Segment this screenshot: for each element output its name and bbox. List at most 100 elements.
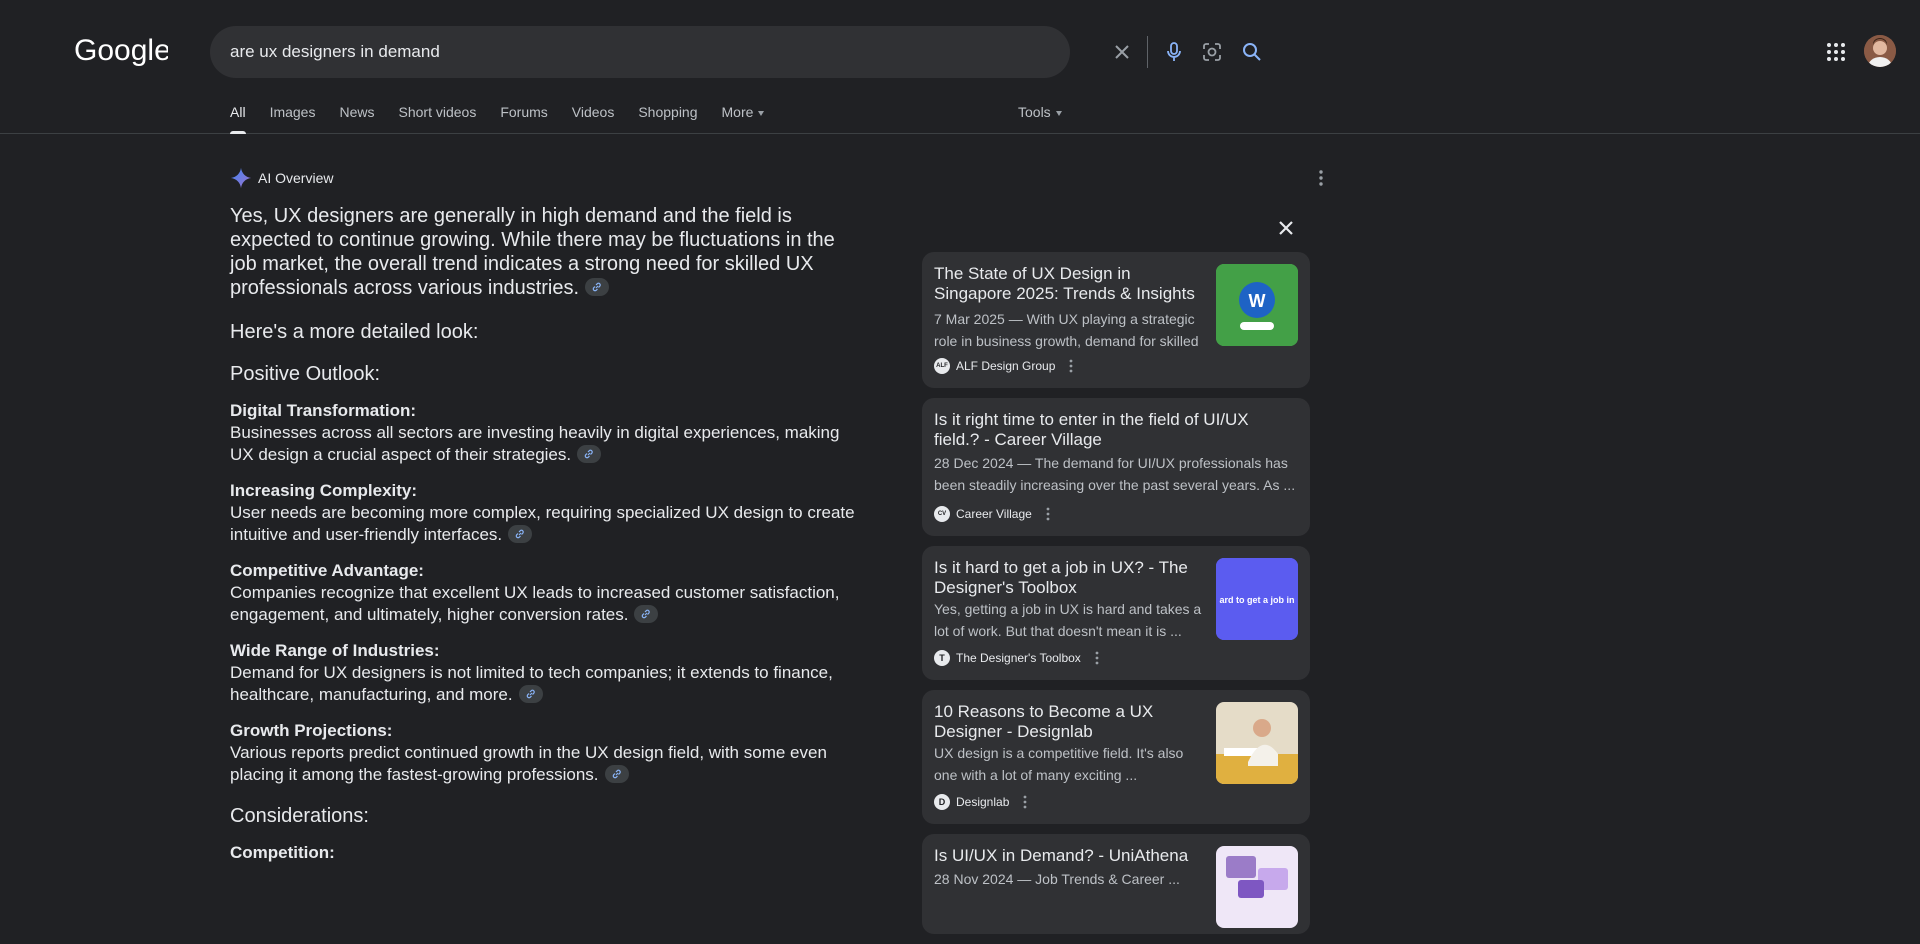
ai-overview-content: Yes, UX designers are generally in high …	[230, 204, 864, 864]
tab-more[interactable]: More	[722, 96, 765, 134]
close-icon[interactable]	[1274, 216, 1298, 240]
more-options-icon[interactable]	[1065, 358, 1077, 374]
list-item: Increasing Complexity: User needs are be…	[230, 480, 864, 546]
more-options-icon[interactable]	[1042, 506, 1054, 522]
source-thumbnail	[1216, 846, 1298, 928]
search-bar	[210, 26, 1261, 78]
item-text: Various reports predict continued growth…	[230, 743, 827, 784]
source-title: Is it right time to enter in the field o…	[934, 410, 1249, 449]
source-meta: CV Career Village	[934, 506, 1054, 522]
ai-overview-label: AI Overview	[258, 170, 334, 186]
source-title: The State of UX Design in Singapore 2025…	[934, 264, 1195, 303]
link-icon	[592, 282, 601, 291]
more-options-icon[interactable]	[1091, 650, 1103, 666]
item-title: Growth Projections:	[230, 721, 393, 740]
list-item: Wide Range of Industries: Demand for UX …	[230, 640, 864, 706]
item-text: Businesses across all sectors are invest…	[230, 423, 840, 464]
tab-images[interactable]: Images	[270, 96, 316, 134]
source-meta: ALF ALF Design Group	[934, 358, 1077, 374]
caret-down-icon	[1055, 110, 1062, 116]
item-title: Increasing Complexity:	[230, 481, 418, 500]
source-snippet: Yes, getting a job in UX is hard and tak…	[934, 601, 1202, 639]
lead-text: Yes, UX designers are generally in high …	[230, 205, 835, 299]
source-favicon: D	[934, 794, 950, 810]
source-site: ALF Design Group	[956, 359, 1056, 373]
item-text: Companies recognize that excellent UX le…	[230, 583, 840, 624]
source-meta: D Designlab	[934, 794, 1031, 810]
source-card[interactable]: Is UI/UX in Demand? - UniAthena 28 Nov 2…	[922, 834, 1310, 934]
clear-icon[interactable]	[1110, 40, 1134, 64]
section-heading-considerations: Considerations:	[230, 805, 369, 827]
source-title: Is it hard to get a job in UX? - The Des…	[934, 558, 1188, 597]
source-snippet: UX design is a competitive field. It's a…	[934, 745, 1184, 783]
more-options-icon[interactable]	[1019, 794, 1031, 810]
thumbnail-text: ard to get a job in	[1219, 595, 1294, 605]
source-thumbnail	[1216, 702, 1298, 784]
account-avatar[interactable]	[1864, 35, 1896, 67]
source-favicon: T	[934, 650, 950, 666]
link-icon	[584, 449, 593, 458]
source-thumbnail: W	[1216, 264, 1298, 346]
search-icon[interactable]	[1240, 40, 1264, 64]
link-icon	[526, 689, 535, 698]
tab-more-label: More	[721, 104, 754, 120]
detail-heading: Here's a more detailed look:	[230, 321, 479, 343]
source-title: Is UI/UX in Demand? - UniAthena	[934, 846, 1189, 865]
search-divider	[1147, 36, 1148, 68]
tab-videos[interactable]: Videos	[572, 96, 615, 134]
citation-link[interactable]	[577, 444, 602, 463]
source-site: The Designer's Toolbox	[956, 651, 1081, 665]
source-thumbnail: ard to get a job in	[1216, 558, 1298, 640]
tools-label: Tools	[1018, 104, 1051, 120]
item-body: Various reports predict continued growth…	[230, 742, 864, 786]
tab-all[interactable]: All	[230, 96, 246, 134]
item-title: Digital Transformation:	[230, 401, 417, 420]
source-favicon: CV	[934, 506, 950, 522]
item-title: Wide Range of Industries:	[230, 641, 440, 660]
svg-text:W: W	[1249, 291, 1266, 311]
source-card[interactable]: Is it hard to get a job in UX? - The Des…	[922, 546, 1310, 680]
citation-link[interactable]	[508, 524, 533, 543]
tab-shopping[interactable]: Shopping	[638, 96, 697, 134]
citation-link[interactable]	[585, 277, 610, 296]
tab-news[interactable]: News	[339, 96, 374, 134]
tab-short-videos[interactable]: Short videos	[399, 96, 477, 134]
citation-link[interactable]	[518, 684, 543, 703]
gemini-sparkle-icon	[230, 167, 252, 189]
tools-button[interactable]: Tools	[1018, 96, 1062, 128]
google-logo[interactable]: Google	[74, 30, 168, 70]
item-text: User needs are becoming more complex, re…	[230, 503, 855, 544]
section-heading-positive: Positive Outlook:	[230, 363, 381, 385]
item-body: Businesses across all sectors are invest…	[230, 422, 864, 466]
source-cards: The State of UX Design in Singapore 2025…	[922, 252, 1310, 944]
voice-search-icon[interactable]	[1162, 40, 1186, 64]
source-title: 10 Reasons to Become a UX Designer - Des…	[934, 702, 1154, 741]
source-snippet: 28 Nov 2024 — Job Trends & Career ...	[934, 871, 1180, 887]
source-snippet: 7 Mar 2025 — With UX playing a strategic…	[934, 311, 1199, 349]
item-body: Companies recognize that excellent UX le…	[230, 582, 864, 626]
item-title: Competitive Advantage:	[230, 561, 424, 580]
item-body: Demand for UX designers is not limited t…	[230, 662, 864, 706]
header: Google All Images News Short videos Foru…	[0, 0, 1920, 134]
list-item: Digital Transformation: Businesses acros…	[230, 400, 864, 466]
source-card[interactable]: The State of UX Design in Singapore 2025…	[922, 252, 1310, 388]
search-input[interactable]	[230, 40, 870, 64]
apps-grid-icon[interactable]	[1824, 40, 1848, 64]
lens-search-icon[interactable]	[1200, 40, 1224, 64]
link-icon	[515, 529, 524, 538]
ai-overview-header: AI Overview	[230, 164, 333, 192]
caret-down-icon	[758, 110, 765, 116]
link-icon	[642, 609, 651, 618]
svg-text:Google: Google	[74, 34, 168, 67]
citation-link[interactable]	[634, 604, 659, 623]
more-options-icon[interactable]	[1311, 168, 1331, 188]
citation-link[interactable]	[604, 764, 629, 783]
search-tabs: All Images News Short videos Forums Vide…	[230, 96, 788, 134]
list-item: Competitive Advantage: Companies recogni…	[230, 560, 864, 626]
list-item: Growth Projections: Various reports pred…	[230, 720, 864, 786]
source-site: Career Village	[956, 507, 1032, 521]
source-favicon: ALF	[934, 358, 950, 374]
source-card[interactable]: 10 Reasons to Become a UX Designer - Des…	[922, 690, 1310, 824]
source-card[interactable]: Is it right time to enter in the field o…	[922, 398, 1310, 536]
tab-forums[interactable]: Forums	[500, 96, 547, 134]
